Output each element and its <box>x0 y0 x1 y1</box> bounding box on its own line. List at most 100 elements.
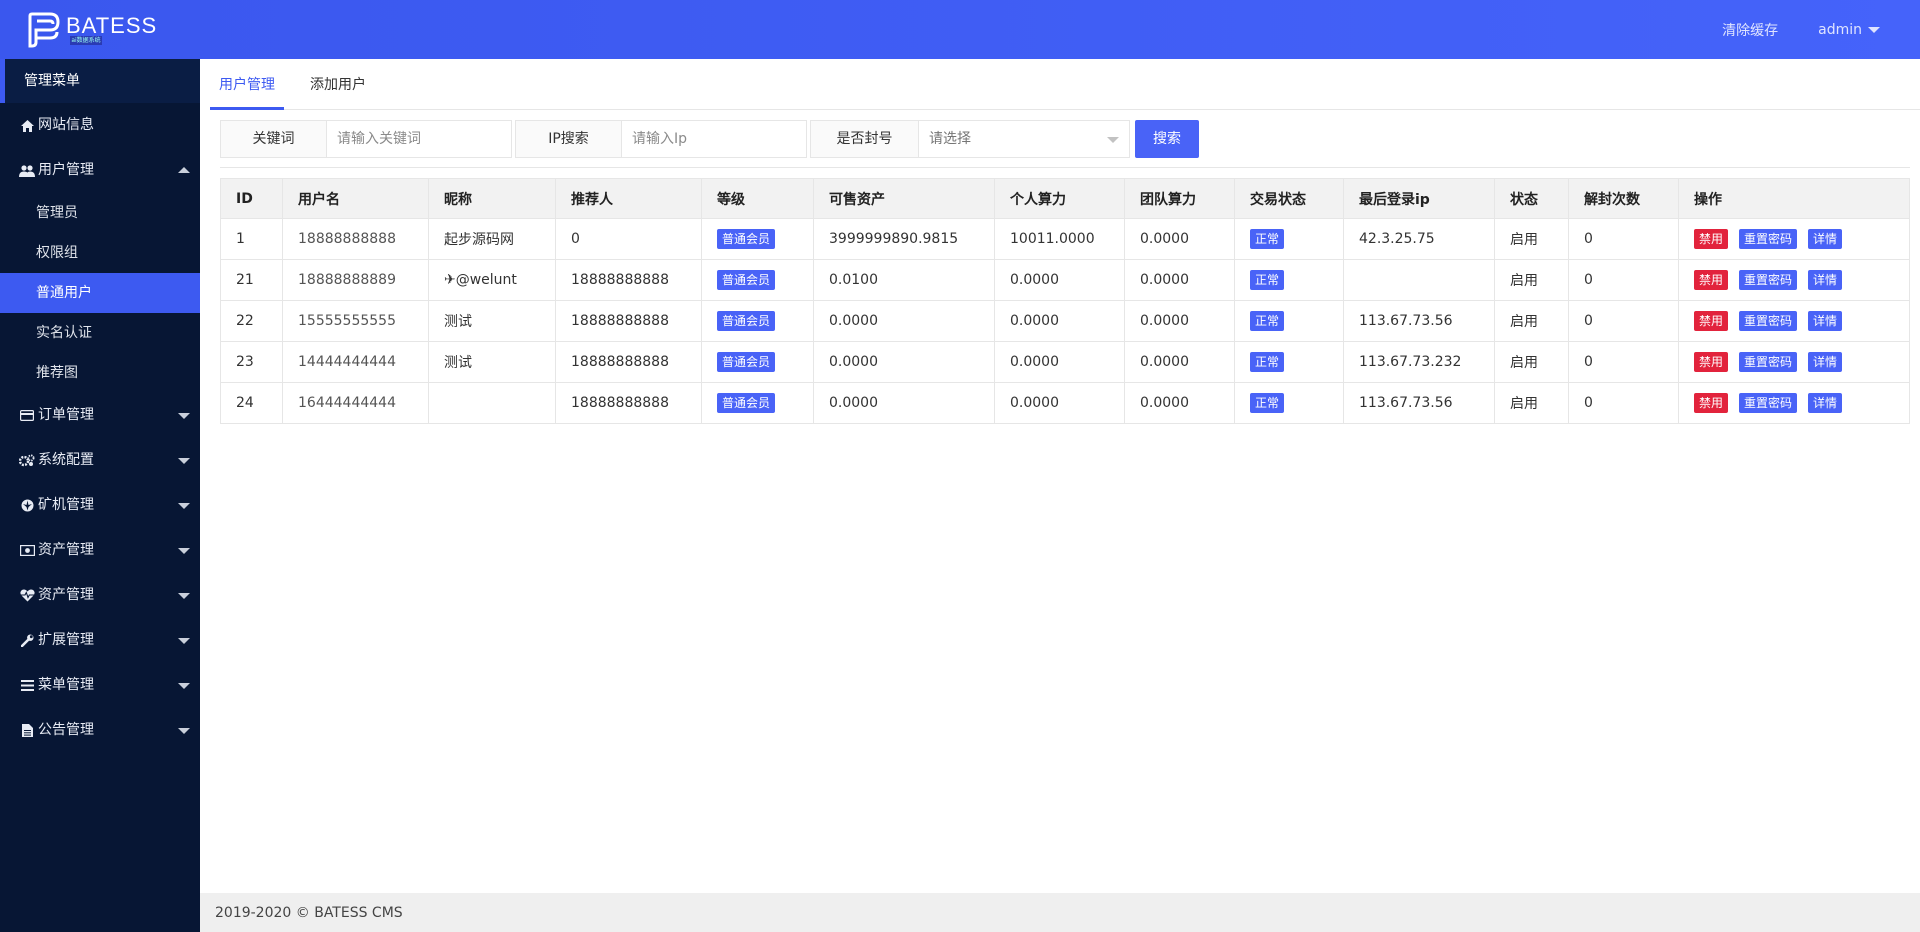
col-header: 团队算力 <box>1124 178 1235 219</box>
sidebar-item-announcements[interactable]: 公告管理 <box>0 708 200 753</box>
wrench-icon <box>19 634 35 648</box>
chevron-down-icon <box>178 593 190 599</box>
cell-personal: 0.0000 <box>994 259 1125 301</box>
disable-button[interactable]: 禁用 <box>1694 352 1729 372</box>
sidebar-item-miners[interactable]: 矿机管理 <box>0 483 200 528</box>
detail-button[interactable]: 详情 <box>1808 229 1843 249</box>
keyword-field: 关键词 <box>220 120 512 158</box>
cell-id: 21 <box>220 259 283 301</box>
detail-button[interactable]: 详情 <box>1808 270 1843 290</box>
table-row: 1 18888888888 起步源码网 0 普通会员 3999999890.9815 100… <box>220 218 1910 260</box>
top-header: BATESS ai数据系统 清除缓存 admin <box>0 0 1920 59</box>
detail-button[interactable]: 详情 <box>1808 393 1843 413</box>
sidebar-item-assets-2[interactable]: 资产管理 <box>0 573 200 618</box>
sidebar-item-label: 订单管理 <box>38 407 94 423</box>
cell-referrer: 0 <box>555 218 702 260</box>
col-header: 可售资产 <box>813 178 995 219</box>
ip-input[interactable] <box>622 121 806 157</box>
cell-unban: 0 <box>1568 300 1679 342</box>
level-badge: 普通会员 <box>717 229 776 249</box>
clear-cache-link[interactable]: 清除缓存 <box>1722 20 1778 40</box>
sidebar-item-site-info[interactable]: 网站信息 <box>0 103 200 148</box>
sidebar-item-orders[interactable]: 订单管理 <box>0 393 200 438</box>
sidebar-subitem-real-name-auth[interactable]: 实名认证 <box>0 313 200 353</box>
sidebar-item-label: 资产管理 <box>38 587 94 603</box>
cell-team: 0.0000 <box>1124 218 1235 260</box>
ip-label: IP搜索 <box>516 121 622 157</box>
cell-ip: 113.67.73.56 <box>1343 300 1495 342</box>
cell-personal: 0.0000 <box>994 300 1125 342</box>
col-header: 个人算力 <box>994 178 1125 219</box>
cell-id: 24 <box>220 382 283 424</box>
trade-status-badge: 正常 <box>1250 229 1285 249</box>
detail-button[interactable]: 详情 <box>1808 352 1843 372</box>
col-header: 推荐人 <box>555 178 702 219</box>
sidebar-item-system-config[interactable]: 系统配置 <box>0 438 200 483</box>
cell-unban: 0 <box>1568 259 1679 301</box>
sidebar-item-menus[interactable]: 菜单管理 <box>0 663 200 708</box>
cell-status: 启用 <box>1494 259 1569 301</box>
table-row: 21 18888888889 ✈@welunt 18888888888 普通会员 0.01… <box>220 259 1910 301</box>
sidebar-subitem-permission-groups[interactable]: 权限组 <box>0 233 200 273</box>
reset-password-button[interactable]: 重置密码 <box>1739 352 1798 372</box>
sidebar-item-extensions[interactable]: 扩展管理 <box>0 618 200 663</box>
table-row: 24 16444444444 18888888888 普通会员 0.0000 0.0000… <box>220 382 1910 424</box>
cell-team: 0.0000 <box>1124 300 1235 342</box>
cell-assets: 3999999890.9815 <box>813 218 995 260</box>
search-button[interactable]: 搜索 <box>1135 120 1199 158</box>
sidebar-item-label: 网站信息 <box>38 117 94 133</box>
tab-user-management[interactable]: 用户管理 <box>210 59 284 110</box>
reset-password-button[interactable]: 重置密码 <box>1739 393 1798 413</box>
cell-unban: 0 <box>1568 382 1679 424</box>
cell-actions: 禁用 重置密码 详情 <box>1678 341 1910 383</box>
reset-password-button[interactable]: 重置密码 <box>1739 311 1798 331</box>
cell-nickname: ✈@welunt <box>428 259 556 301</box>
level-badge: 普通会员 <box>717 311 776 331</box>
cell-ip: 113.67.73.56 <box>1343 382 1495 424</box>
col-header: 操作 <box>1678 178 1910 219</box>
disable-button[interactable]: 禁用 <box>1694 311 1729 331</box>
cell-team: 0.0000 <box>1124 382 1235 424</box>
trade-status-badge: 正常 <box>1250 311 1285 331</box>
cell-level: 普通会员 <box>701 300 814 342</box>
sidebar-item-user-management[interactable]: 用户管理 <box>0 148 200 193</box>
cell-trade: 正常 <box>1234 341 1344 383</box>
reset-password-button[interactable]: 重置密码 <box>1739 229 1798 249</box>
divider <box>220 167 1910 168</box>
cell-actions: 禁用 重置密码 详情 <box>1678 300 1910 342</box>
chevron-down-icon <box>178 503 190 509</box>
main-content: 用户管理 添加用户 关键词 IP搜索 是否封号 请选择 搜索 ID 用户名 <box>200 59 1920 932</box>
disable-button[interactable]: 禁用 <box>1694 229 1729 249</box>
disable-button[interactable]: 禁用 <box>1694 393 1729 413</box>
cell-referrer: 18888888888 <box>555 300 702 342</box>
tab-add-user[interactable]: 添加用户 <box>306 59 370 110</box>
cell-team: 0.0000 <box>1124 341 1235 383</box>
cell-assets: 0.0000 <box>813 382 995 424</box>
cell-status: 启用 <box>1494 218 1569 260</box>
logo-icon <box>26 12 60 48</box>
reset-password-button[interactable]: 重置密码 <box>1739 270 1798 290</box>
sidebar-subitem-admins[interactable]: 管理员 <box>0 193 200 233</box>
sidebar-item-label: 扩展管理 <box>38 632 94 648</box>
cell-actions: 禁用 重置密码 详情 <box>1678 218 1910 260</box>
level-badge: 普通会员 <box>717 352 776 372</box>
disable-button[interactable]: 禁用 <box>1694 270 1729 290</box>
cell-referrer: 18888888888 <box>555 341 702 383</box>
sidebar-item-assets[interactable]: 资产管理 <box>0 528 200 573</box>
sidebar-subitem-recommend-images[interactable]: 推荐图 <box>0 353 200 393</box>
logo[interactable]: BATESS ai数据系统 <box>26 10 157 50</box>
sidebar-item-label: 系统配置 <box>38 452 94 468</box>
ban-select[interactable]: 请选择 <box>919 121 1129 157</box>
cell-trade: 正常 <box>1234 382 1344 424</box>
chevron-down-icon <box>178 683 190 689</box>
col-header: 昵称 <box>428 178 556 219</box>
user-table: ID 用户名 昵称 推荐人 等级 可售资产 个人算力 团队算力 交易状态 最后登… <box>220 178 1910 424</box>
file-text-icon <box>19 724 35 738</box>
user-menu[interactable]: admin <box>1818 22 1880 38</box>
cell-assets: 0.0100 <box>813 259 995 301</box>
detail-button[interactable]: 详情 <box>1808 311 1843 331</box>
footer: 2019-2020 © BATESS CMS <box>200 893 1920 932</box>
sidebar-subitem-normal-users[interactable]: 普通用户 <box>0 273 200 313</box>
keyword-input[interactable] <box>327 121 511 157</box>
bars-icon <box>19 679 35 693</box>
